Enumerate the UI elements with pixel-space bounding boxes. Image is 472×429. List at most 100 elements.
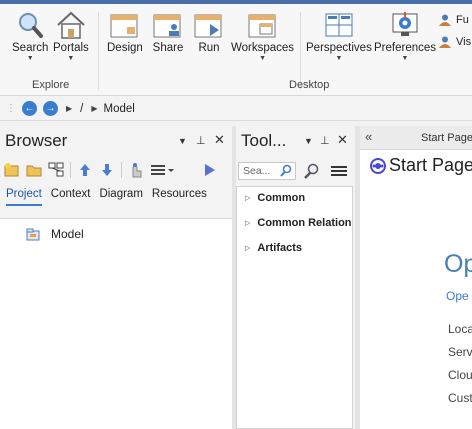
start-page-link[interactable]: Clou xyxy=(448,368,472,382)
tab-diagram[interactable]: Diagram xyxy=(99,188,142,206)
expand-arrow-icon: ▷ xyxy=(245,245,251,252)
toolbox-group-label: Common Relation xyxy=(257,217,352,229)
tab-resources[interactable]: Resources xyxy=(152,188,207,206)
arrow-up-icon[interactable] xyxy=(77,162,93,178)
breadcrumb-current[interactable]: Model xyxy=(104,103,135,115)
magnifier-icon xyxy=(14,10,46,40)
side-button-fu[interactable]: Fu xyxy=(438,14,469,26)
breadcrumb-chevron-icon[interactable]: ▶ xyxy=(91,104,97,113)
start-page-panel: « Start Page Start Page Op Ope Loca Serv… xyxy=(360,126,472,429)
tab-context[interactable]: Context xyxy=(51,188,91,206)
menu-icon[interactable] xyxy=(331,165,347,180)
tab-start-page[interactable]: Start Page xyxy=(421,132,472,144)
design-button-label: Design xyxy=(107,42,143,54)
portals-button-label: Portals xyxy=(53,42,89,54)
portals-button[interactable]: Portals ▼ xyxy=(53,10,89,63)
group-divider xyxy=(98,12,99,90)
workspaces-button-label: Workspaces xyxy=(231,42,295,54)
expand-arrow-icon: ▷ xyxy=(245,195,251,202)
play-icon[interactable] xyxy=(202,162,218,178)
explore-group-label: Explore xyxy=(32,79,70,91)
desktop-group-label: Desktop xyxy=(289,79,330,91)
ribbon: Search ▼ Portals ▼ Explore Design Share … xyxy=(0,4,472,96)
side-button-label: Fu xyxy=(456,14,469,26)
search-icon[interactable] xyxy=(280,164,292,182)
start-page-heading-text: Start Page xyxy=(389,155,472,175)
preferences-button-label: Preferences xyxy=(374,42,437,54)
toolbox-group-label: Artifacts xyxy=(257,242,303,254)
toolbox-list: ▷ Common ▷ Common Relation ▷ Artifacts xyxy=(236,186,353,429)
design-button[interactable]: Design xyxy=(107,10,143,54)
chevron-down-icon: ▼ xyxy=(401,55,409,62)
chevron-down-icon: ▼ xyxy=(67,55,75,62)
breadcrumb-root[interactable]: / xyxy=(80,103,83,115)
arrow-down-icon[interactable] xyxy=(99,162,115,178)
folder-icon[interactable] xyxy=(26,162,42,178)
pin-icon[interactable]: ⊥ xyxy=(196,134,206,147)
toolbox-group-common[interactable]: ▷ Common xyxy=(245,192,305,204)
project-tree: Model xyxy=(0,218,232,429)
search-placeholder: Sea... xyxy=(243,165,271,177)
perspectives-button[interactable]: Perspectives ▼ xyxy=(306,10,372,63)
toolbox-panel: Tool... ▼ ⊥ ✕ Sea... ▷ Common ▷ Common R… xyxy=(236,126,355,429)
share-button-label: Share xyxy=(152,42,184,54)
start-page-link[interactable]: Loca xyxy=(448,322,472,336)
start-page-heading: Start Page xyxy=(370,155,472,176)
pin-icon[interactable]: ⊥ xyxy=(320,134,330,147)
navigation-bar: ⋮ ← → ▶ / ▶ Model xyxy=(0,97,472,121)
browser-title: Browser xyxy=(5,131,68,150)
back-button[interactable]: ← xyxy=(22,101,37,116)
user-icon xyxy=(438,36,452,48)
toolbox-title: Tool... xyxy=(241,131,287,150)
breadcrumb-chevron-icon[interactable]: ▶ xyxy=(66,104,72,113)
toolbar-divider xyxy=(70,162,71,178)
user-icon xyxy=(438,14,452,26)
design-window-icon xyxy=(109,10,141,40)
menu-icon[interactable] xyxy=(150,162,176,178)
search-button[interactable]: Search ▼ xyxy=(12,10,48,63)
run-button-label: Run xyxy=(198,42,220,54)
workspaces-button[interactable]: Workspaces ▼ xyxy=(231,10,294,63)
chevron-down-icon: ▼ xyxy=(26,55,34,62)
side-button-label: Vis xyxy=(456,36,472,48)
diagram-icon[interactable] xyxy=(48,162,64,178)
start-page-logo-icon xyxy=(370,157,386,174)
run-window-icon xyxy=(193,10,225,40)
start-page-subtitle-link[interactable]: Ope xyxy=(446,289,469,303)
browser-toolbar xyxy=(4,160,224,180)
search-button-label: Search xyxy=(12,42,49,54)
toolbox-group-label: Common xyxy=(257,192,306,204)
share-button[interactable]: Share xyxy=(152,10,184,54)
new-package-icon[interactable] xyxy=(4,162,20,178)
toolbox-search-input[interactable]: Sea... xyxy=(238,162,296,180)
start-page-link[interactable]: Serv xyxy=(448,345,472,359)
collapse-double-chevron-icon[interactable]: « xyxy=(365,129,372,144)
grip-icon: ⋮ xyxy=(6,103,16,114)
start-page-link[interactable]: Cust xyxy=(448,391,472,405)
expand-arrow-icon: ▷ xyxy=(245,220,251,227)
close-icon[interactable]: ✕ xyxy=(214,132,225,148)
perspectives-button-label: Perspectives xyxy=(306,42,372,54)
tree-item-model[interactable]: Model xyxy=(26,227,84,241)
share-window-icon xyxy=(152,10,184,40)
browser-tabs: Project Context Diagram Resources xyxy=(0,188,232,206)
start-page-tabbar: « Start Page xyxy=(360,126,472,150)
tree-item-label: Model xyxy=(51,227,84,241)
perspectives-icon xyxy=(323,10,355,40)
toolbox-group-common-relation[interactable]: ▷ Common Relation xyxy=(245,217,352,229)
panel-menu-icon[interactable]: ▼ xyxy=(178,136,187,146)
home-icon xyxy=(55,10,87,40)
close-icon[interactable]: ✕ xyxy=(337,132,348,148)
toolbox-group-artifacts[interactable]: ▷ Artifacts xyxy=(245,242,302,254)
panel-menu-icon[interactable]: ▼ xyxy=(304,136,313,146)
tab-project[interactable]: Project xyxy=(6,188,42,206)
package-icon xyxy=(26,228,40,241)
forward-button[interactable]: → xyxy=(43,101,58,116)
chevron-down-icon: ▼ xyxy=(335,55,343,62)
side-button-vis[interactable]: Vis xyxy=(438,36,471,48)
hand-icon[interactable] xyxy=(128,162,144,178)
toolbar-divider xyxy=(121,162,122,178)
find-icon[interactable] xyxy=(304,163,320,182)
preferences-button[interactable]: Preferences ▼ xyxy=(374,10,436,63)
run-button[interactable]: Run xyxy=(193,10,225,54)
